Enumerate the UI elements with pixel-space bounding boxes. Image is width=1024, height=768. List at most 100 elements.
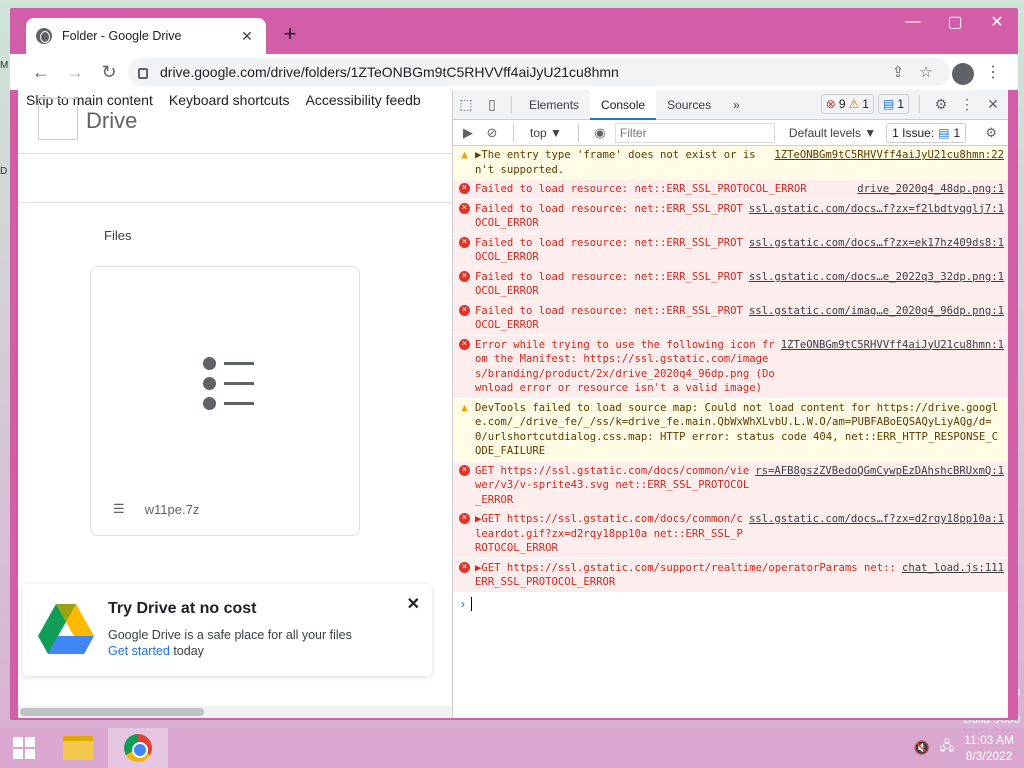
settings-gear-icon[interactable]: ⚙ [930, 96, 952, 113]
console-message-err[interactable]: × Failed to load resource: net::ERR_SSL_P… [453, 180, 1008, 200]
error-icon: × [459, 513, 470, 524]
tab-sources[interactable]: Sources [656, 90, 722, 120]
device-toolbar-icon[interactable]: ▯ [479, 96, 505, 113]
warning-icon: ▲ [461, 148, 468, 161]
file-card[interactable]: ☰ w11pe.7z [90, 266, 360, 536]
browser-window: Folder - Google Drive ✕ + — ▢ ✕ ← → ↻ dr… [10, 8, 1018, 720]
errors-count: 9 [838, 97, 846, 111]
close-window-button[interactable]: ✕ [976, 8, 1018, 36]
inspect-element-icon[interactable]: ⬚ [453, 96, 479, 113]
console-toolbar: ▶ ⊘ top ▼ ◉ Default levels ▼ 1 Issue:▤1 … [453, 120, 1008, 146]
windows-logo-icon [13, 737, 35, 759]
console-settings-icon[interactable]: ⚙ [982, 125, 1000, 141]
message-source-link[interactable]: ssl.gstatic.com/imag…e_2020q4_96dp.png:1 [749, 304, 1004, 333]
skip-link[interactable]: Accessibility feedb [305, 92, 420, 108]
message-icon: ▤ [882, 97, 895, 111]
console-message-warn[interactable]: ▲ DevTools failed to load source map: Cou… [453, 398, 1008, 462]
minimize-button[interactable]: — [892, 8, 934, 36]
console-message-err[interactable]: × Failed to load resource: net::ERR_SSL_P… [453, 199, 1008, 234]
message-text: Error while trying to use the following … [475, 338, 775, 395]
message-text: Failed to load resource: net::ERR_SSL_PR… [475, 236, 743, 264]
eye-icon[interactable]: ◉ [591, 125, 609, 141]
horizontal-scrollbar[interactable] [18, 706, 452, 718]
message-source-link[interactable]: drive_2020q4_48dp.png:1 [857, 182, 1004, 197]
tab-elements[interactable]: Elements [518, 90, 590, 120]
divider [18, 202, 452, 203]
promo-description: Google Drive is a safe place for all you… [108, 628, 352, 642]
browser-tab[interactable]: Folder - Google Drive ✕ [26, 18, 266, 54]
issue-icon: ▤ [938, 125, 950, 140]
get-started-link[interactable]: Get started [108, 644, 170, 658]
issues-button[interactable]: 1 Issue: ▤ 1 [886, 122, 967, 143]
context-selector[interactable]: top ▼ [526, 126, 566, 140]
sidebar-toggle-icon[interactable]: ▶ [459, 125, 477, 141]
avatar-icon [952, 62, 974, 85]
issues-counter[interactable]: ▤ 1 [877, 94, 909, 114]
reload-icon[interactable]: ↻ [94, 57, 124, 87]
file-explorer-button[interactable] [48, 728, 108, 768]
console-message-err[interactable]: × Error while trying to use the following… [453, 335, 1008, 399]
warning-icon: ▲ [461, 400, 468, 414]
promo-cta-line: Get started today [108, 644, 204, 658]
console-message-warn[interactable]: ▲ ▶The entry type 'frame' does not exist … [453, 146, 1008, 180]
maximize-button[interactable]: ▢ [934, 8, 976, 36]
files-heading: Files [104, 228, 132, 243]
network-icon[interactable]: 🖧 [940, 737, 955, 759]
drive-logo-placeholder[interactable] [38, 98, 78, 140]
start-button[interactable] [0, 728, 48, 768]
close-devtools-icon[interactable]: ✕ [982, 96, 1004, 113]
message-source-link[interactable]: rs=AFB8gszZVBedoQGmCywpEzDAhshcBRUxmQ:1 [755, 464, 1004, 508]
message-source-link[interactable]: chat_load.js:111 [902, 561, 1004, 590]
url-text[interactable]: drive.google.com/drive/folders/1ZTeONBGm… [160, 64, 884, 80]
console-message-err[interactable]: × GET https://ssl.gstatic.com/docs/common… [453, 461, 1008, 510]
error-icon: ⊗ [825, 97, 836, 111]
devtools-tabbar: ⬚ ▯ Elements Console Sources » ⊗ 9 ⚠ 1 ▤ 1 … [453, 89, 1008, 120]
devtools-menu-icon[interactable]: ⋮ [956, 96, 978, 113]
message-source-link[interactable]: ssl.gstatic.com/docs…f?zx=d2rqy18pp10a:1 [749, 512, 1004, 556]
error-icon: × [459, 236, 470, 248]
error-icon: × [459, 338, 470, 350]
lock-icon[interactable] [138, 67, 148, 79]
console-messages: ▲ ▶The entry type 'frame' does not exist … [453, 146, 1008, 593]
back-icon[interactable]: ← [26, 57, 56, 87]
clock[interactable]: 11:03 AM 8/3/2022 [964, 732, 1014, 764]
close-promo-icon[interactable]: ✕ [407, 594, 420, 614]
text-caret [471, 597, 472, 612]
console-filter-input[interactable] [614, 122, 775, 143]
console-message-err[interactable]: × ▶GET https://ssl.gstatic.com/support/re… [453, 558, 1008, 593]
clear-console-icon[interactable]: ⊘ [483, 125, 501, 141]
message-source-link[interactable]: ssl.gstatic.com/docs…e_2022q3_32dp.png:1 [749, 270, 1004, 299]
new-tab-button[interactable]: + [278, 22, 302, 46]
message-source-link[interactable]: ssl.gstatic.com/docs…f?zx=ek17hz409ds8:1 [749, 236, 1004, 265]
error-icon: × [459, 183, 470, 194]
more-tabs-icon[interactable]: » [722, 90, 751, 120]
bookmark-star-icon[interactable]: ☆ [912, 63, 940, 81]
share-icon[interactable]: ⇪ [884, 63, 912, 81]
file-name: w11pe.7z [144, 501, 200, 517]
console-message-err[interactable]: × ▶GET https://ssl.gstatic.com/docs/commo… [453, 510, 1008, 559]
volume-muted-icon[interactable]: 🔇 [914, 740, 930, 756]
close-tab-icon[interactable]: ✕ [238, 28, 256, 45]
clock-date: 8/3/2022 [965, 749, 1013, 763]
console-message-err[interactable]: × Failed to load resource: net::ERR_SSL_P… [453, 267, 1008, 302]
message-source-link[interactable]: 1ZTeONBGm9tC5RHVVff4aiJyU21cu8hmn:22 [774, 148, 1004, 177]
console-message-err[interactable]: × Failed to load resource: net::ERR_SSL_P… [453, 233, 1008, 268]
message-source-link[interactable]: 1ZTeONBGm9tC5RHVVff4aiJyU21cu8hmn:1 [781, 338, 1004, 396]
folder-icon [63, 736, 93, 760]
log-levels-dropdown[interactable]: Default levels ▼ [785, 126, 880, 140]
scrollbar-thumb[interactable] [20, 708, 204, 716]
promo-cta-suffix: today [169, 644, 204, 658]
devtools-status: ⊗ 9 ⚠ 1 ▤ 1 ⚙ ⋮ ✕ [820, 94, 1004, 114]
menu-kebab-icon[interactable]: ⋮ [978, 58, 1008, 86]
console-prompt[interactable]: › [453, 593, 1008, 612]
console-message-err[interactable]: × Failed to load resource: net::ERR_SSL_P… [453, 301, 1008, 336]
page-title[interactable]: Drive [86, 108, 137, 134]
profile-button[interactable] [948, 58, 978, 86]
message-source-link[interactable]: ssl.gstatic.com/docs…f?zx=f2lbdtyqglj7:1 [749, 202, 1004, 231]
tab-console[interactable]: Console [590, 89, 657, 120]
forward-icon[interactable]: → [60, 57, 90, 87]
address-bar[interactable]: drive.google.com/drive/folders/1ZTeONBGm… [128, 58, 950, 86]
error-warning-counter[interactable]: ⊗ 9 ⚠ 1 [820, 94, 874, 114]
chrome-taskbar-button[interactable] [108, 728, 168, 768]
skip-link[interactable]: Keyboard shortcuts [169, 92, 290, 108]
